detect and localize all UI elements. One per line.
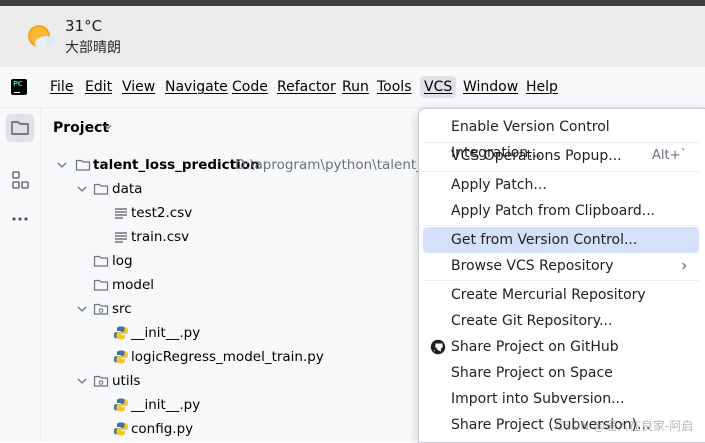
chevron-down-icon[interactable] <box>75 373 89 389</box>
folder-icon <box>11 121 29 135</box>
structure-icon <box>12 171 29 189</box>
python-file-icon <box>114 422 128 436</box>
text-file-icon <box>115 208 127 219</box>
menu-item-get-from-version-control[interactable]: Get from Version Control... <box>423 227 699 253</box>
chevron-down-icon[interactable] <box>75 181 89 197</box>
python-file-icon <box>114 326 128 340</box>
project-panel-title[interactable]: Project <box>53 120 109 136</box>
python-file-icon <box>114 350 128 364</box>
weather-widget: 31°C 大部晴朗 <box>0 6 705 67</box>
menu-edit[interactable]: Edit <box>85 77 112 97</box>
tool-window-strip <box>0 108 41 441</box>
github-icon <box>430 339 446 355</box>
more-tool-windows-button[interactable] <box>6 205 34 233</box>
menu-refactor[interactable]: Refactor <box>277 77 336 97</box>
menu-navigate[interactable]: Navigate <box>165 77 228 97</box>
menu-tools[interactable]: Tools <box>377 77 412 97</box>
tree-label: data <box>112 181 143 197</box>
tree-row-utils[interactable]: utils <box>75 369 375 393</box>
menu-vcs[interactable]: VCS <box>420 76 457 98</box>
menu-separator <box>423 280 699 281</box>
tree-label: train.csv <box>131 229 190 245</box>
tree-label: logicRegress_model_train.py <box>131 349 324 365</box>
menu-item-create-mercurial-repository[interactable]: Create Mercurial Repository <box>423 282 699 308</box>
folder-icon <box>75 159 91 171</box>
menu-item-apply-patch-from-clipboard[interactable]: Apply Patch from Clipboard... <box>423 198 699 224</box>
tree-row-root[interactable]: talent_loss_prediction D:\aprogram\pytho… <box>55 153 435 177</box>
menu-item-import-into-subversion[interactable]: Import into Subversion... <box>423 386 699 412</box>
tree-row-file[interactable]: train.csv <box>113 225 413 249</box>
structure-tool-button[interactable] <box>6 166 34 194</box>
tree-label: model <box>112 277 155 293</box>
tree-row-file[interactable]: logicRegress_model_train.py <box>113 345 413 369</box>
watermark: CSDN @通人在良家-阿启 <box>555 419 694 433</box>
tree-label: __init__.py <box>131 325 201 341</box>
chevron-right-icon <box>682 262 687 270</box>
folder-icon <box>93 255 109 267</box>
tree-label: __init__.py <box>131 397 201 413</box>
menu-item-apply-patch[interactable]: Apply Patch... <box>423 172 699 198</box>
python-file-icon <box>114 398 128 412</box>
menu-help[interactable]: Help <box>526 77 558 97</box>
chevron-down-icon[interactable] <box>55 157 69 173</box>
tree-row-file[interactable]: __init__.py <box>113 321 413 345</box>
tree-path: D:\aprogram\python\talent_lo <box>235 157 435 173</box>
package-folder-icon <box>93 375 109 387</box>
more-icon <box>12 217 28 221</box>
text-file-icon <box>115 232 127 243</box>
project-tool-button[interactable] <box>6 114 34 142</box>
vcs-dropdown-menu: Enable Version Control Integration... VC… <box>418 108 705 443</box>
menu-view[interactable]: View <box>122 77 155 97</box>
menu-window[interactable]: Window <box>463 77 518 97</box>
tree-row-log[interactable]: log <box>93 249 393 273</box>
tree-row-data[interactable]: data <box>75 177 375 201</box>
menu-run[interactable]: Run <box>342 77 369 97</box>
tree-label: log <box>112 253 133 269</box>
tree-label: utils <box>112 373 141 389</box>
folder-icon <box>93 183 109 195</box>
menu-item-enable-vcs-integration[interactable]: Enable Version Control Integration... <box>423 114 699 161</box>
tree-row-file[interactable]: config.py <box>113 417 413 441</box>
folder-icon <box>93 279 109 291</box>
tree-label: config.py <box>131 421 194 437</box>
pycharm-logo-icon: PC <box>11 79 27 95</box>
menu-separator <box>423 225 699 226</box>
menu-item-share-project-on-github[interactable]: Share Project on GitHub <box>423 334 699 360</box>
tree-label: test2.csv <box>131 205 193 221</box>
menu-item-create-git-repository[interactable]: Create Git Repository... <box>423 308 699 334</box>
weather-description: 大部晴朗 <box>65 40 121 56</box>
shortcut-label: Alt+` <box>652 148 687 163</box>
tree-row-file[interactable]: __init__.py <box>113 393 413 417</box>
tree-row-model[interactable]: model <box>93 273 393 297</box>
tree-label: src <box>112 301 132 317</box>
chevron-down-icon[interactable] <box>103 122 113 132</box>
weather-temperature: 31°C <box>65 17 103 35</box>
chevron-down-icon[interactable] <box>75 301 89 317</box>
menu-item-vcs-operations-popup[interactable]: VCS Operations Popup... Alt+` <box>423 143 699 169</box>
main-menu-bar: PC File Edit View Navigate Code Refactor… <box>0 67 705 108</box>
menu-code[interactable]: Code <box>232 77 268 97</box>
tree-row-file[interactable]: test2.csv <box>113 201 413 225</box>
menu-item-share-project-on-space[interactable]: Share Project on Space <box>423 360 699 386</box>
menu-file[interactable]: File <box>50 77 73 97</box>
tree-row-src[interactable]: src <box>75 297 375 321</box>
package-folder-icon <box>93 303 109 315</box>
partly-cloudy-icon <box>28 25 55 48</box>
menu-item-browse-vcs-repository[interactable]: Browse VCS Repository <box>423 253 699 279</box>
